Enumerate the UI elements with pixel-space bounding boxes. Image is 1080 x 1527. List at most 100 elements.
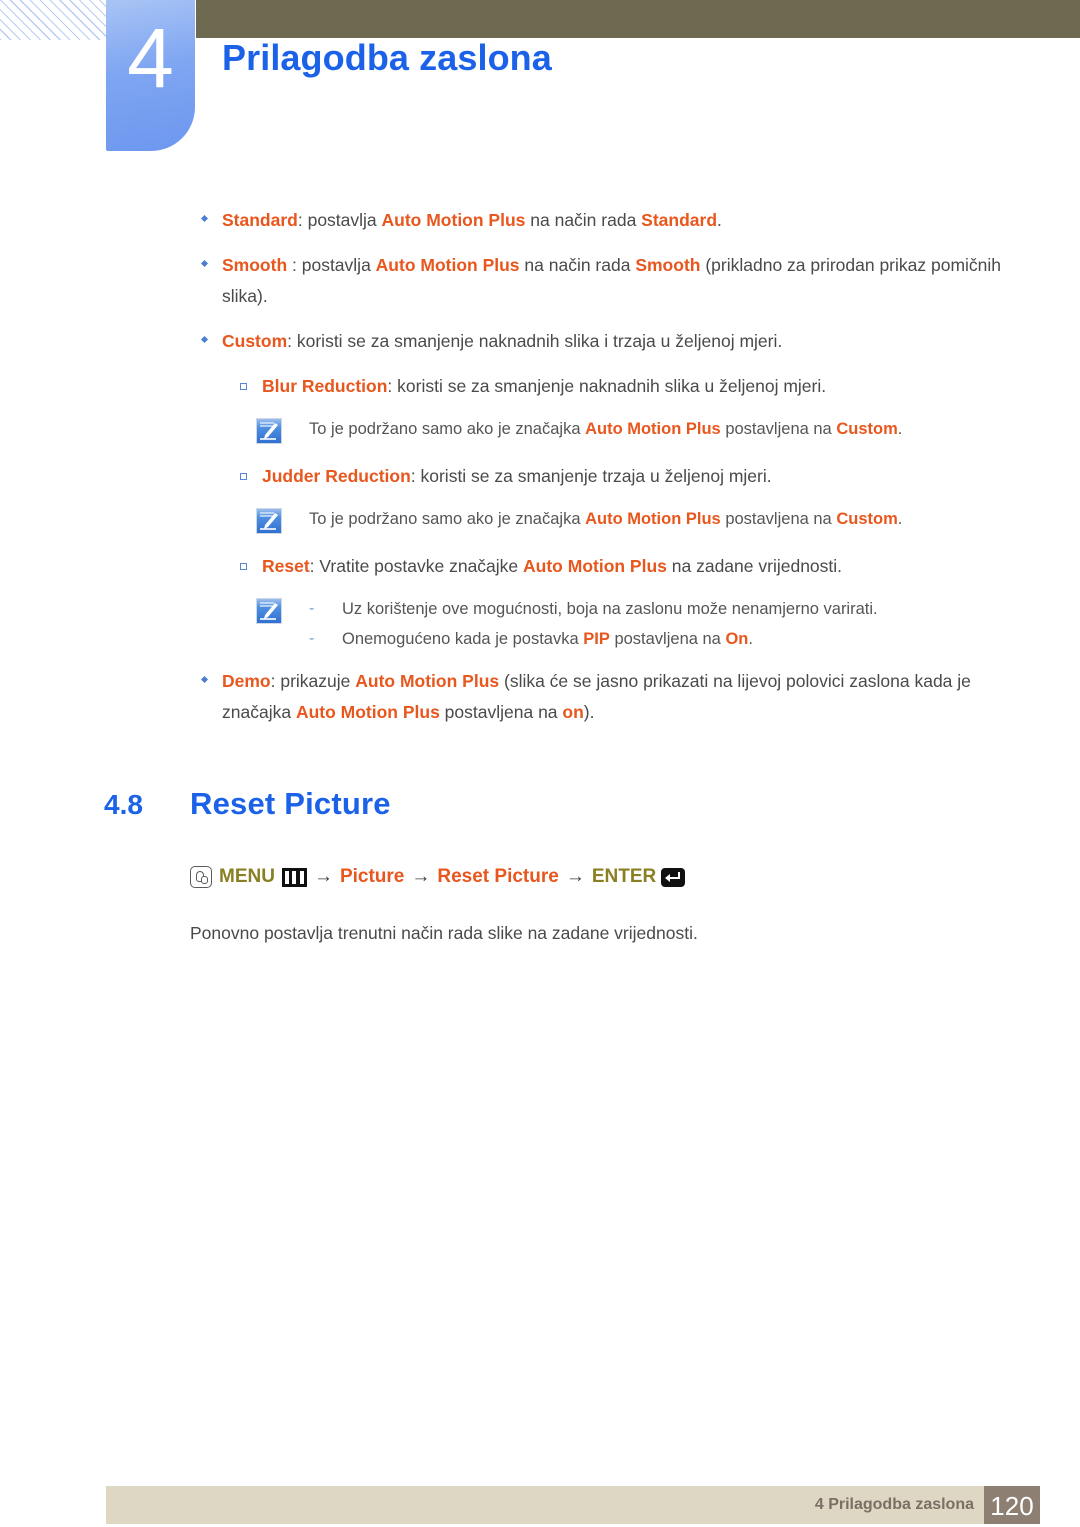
path-arrow-3: →: [565, 866, 585, 887]
bullet-item: Reset: Vratite postavke značajke Auto Mo…: [232, 551, 1008, 582]
note-body: To je podržano samo ako je značajka Auto…: [309, 504, 1008, 534]
path-arrow-2: →: [411, 866, 431, 887]
square-bullet-icon: [232, 551, 262, 570]
bullet-text: Standard: postavlja Auto Motion Plus na …: [222, 205, 1008, 236]
note-line: - Onemogućeno kada je postavka PIP postav…: [309, 624, 1008, 654]
page-footer: 4 Prilagodba zaslona 120: [106, 1486, 1040, 1524]
bullet-item: Blur Reduction: koristi se za smanjenje …: [232, 371, 1008, 402]
menu-item-reset-picture: Reset Picture: [437, 866, 559, 887]
dash-bullet: -: [309, 630, 315, 647]
keyword-text: Standard: [222, 210, 298, 230]
body-text: .: [748, 630, 753, 648]
enter-label: ENTER: [591, 866, 657, 887]
body-paragraph: Ponovno postavlja trenutni način rada sl…: [190, 923, 698, 943]
hand-press-icon: [190, 866, 212, 888]
bullet-item: Standard: postavlja Auto Motion Plus na …: [192, 205, 1008, 236]
keyword-text: Reset: [262, 556, 310, 576]
keyword-text: Custom: [836, 510, 898, 528]
body-text: : prikazuje: [270, 671, 356, 691]
note-pen-icon: [256, 418, 282, 448]
bullet-list: Standard: postavlja Auto Motion Plus na …: [0, 205, 1080, 728]
note-block: - Uz korištenje ove mogućnosti, boja na z…: [256, 594, 1008, 654]
square-bullet-icon: [232, 371, 262, 390]
keyword-text: Auto Motion Plus: [585, 420, 721, 438]
footer-chapter-label: 4 Prilagodba zaslona: [814, 1496, 974, 1513]
note-line-text: Onemogućeno kada je postavka PIP postavl…: [342, 624, 1008, 654]
menu-label: MENU: [219, 866, 275, 887]
keyword-text: Standard: [641, 210, 718, 230]
enter-key-icon: [661, 867, 686, 887]
body-text: : koristi se za smanjenje naknadnih slik…: [287, 331, 783, 351]
body-text: na zadane vrijednosti.: [666, 556, 843, 576]
note-block: To je podržano samo ako je značajka Auto…: [256, 414, 1008, 449]
keyword-text: PIP: [583, 630, 610, 648]
section-number: 4.8: [104, 789, 143, 820]
diamond-bullet-icon: [192, 250, 222, 268]
body-text: .: [897, 420, 903, 438]
note-icon-cell: [256, 594, 309, 629]
footer-page-number: 120: [984, 1486, 1040, 1524]
keyword-text: On: [725, 630, 749, 648]
bullet-text: Reset: Vratite postavke značajke Auto Mo…: [262, 551, 1008, 582]
path-arrow-1: →: [313, 866, 333, 887]
page-content: Standard: postavlja Auto Motion Plus na …: [0, 205, 1080, 949]
header-olive-bar: [196, 0, 1080, 38]
keyword-text: Judder Reduction: [262, 466, 411, 486]
page-header: 4 Prilagodba zaslona: [0, 0, 1080, 175]
note-pen-icon: [256, 598, 282, 628]
keyword-text: Auto Motion Plus: [523, 556, 667, 576]
bullet-text: Demo: prikazuje Auto Motion Plus (slika …: [222, 666, 1008, 728]
keyword-text: Smooth: [222, 255, 288, 275]
keyword-text: Blur Reduction: [262, 376, 388, 396]
body-text: postavljena na: [609, 630, 726, 648]
bullet-text: Smooth : postavlja Auto Motion Plus na n…: [222, 250, 1008, 312]
keyword-text: Custom: [836, 420, 898, 438]
note-body: - Uz korištenje ove mogućnosti, boja na z…: [309, 594, 1008, 654]
chapter-number: 4: [127, 11, 174, 105]
body-text: : postavlja: [287, 255, 376, 275]
keyword-text: Auto Motion Plus: [355, 671, 500, 691]
square-bullet-icon: [232, 461, 262, 480]
decorative-hatch-pattern: [0, 0, 106, 40]
body-text: .: [897, 510, 903, 528]
body-text: : koristi se za smanjenje trzaja u želje…: [410, 466, 772, 486]
body-text: ).: [583, 702, 595, 722]
keyword-text: Auto Motion Plus: [585, 510, 721, 528]
body-text: Onemogućeno kada je postavka: [342, 630, 584, 648]
keyword-text: on: [562, 702, 584, 722]
body-text: Uz korištenje ove mogućnosti, boja na za…: [342, 600, 878, 618]
note-icon-cell: [256, 414, 309, 449]
body-text: postavljena na: [720, 510, 837, 528]
body-text: na način rada: [519, 255, 636, 275]
keyword-text: Smooth: [635, 255, 701, 275]
menu-item-picture: Picture: [339, 866, 405, 887]
note-block: To je podržano samo ako je značajka Auto…: [256, 504, 1008, 539]
bullet-item: Demo: prikazuje Auto Motion Plus (slika …: [192, 666, 1008, 728]
bullet-text: Custom: koristi se za smanjenje naknadni…: [222, 326, 1008, 357]
chapter-title: Prilagodba zaslona: [222, 37, 552, 78]
note-pen-icon: [256, 508, 282, 538]
body-text: .: [717, 210, 722, 230]
bullet-item: Custom: koristi se za smanjenje naknadni…: [192, 326, 1008, 357]
keyword-text: Demo: [222, 671, 271, 691]
note-body: To je podržano samo ako je značajka Auto…: [309, 414, 1008, 444]
keyword-text: Custom: [222, 331, 288, 351]
keyword-text: Auto Motion Plus: [381, 210, 526, 230]
keyword-text: Auto Motion Plus: [295, 702, 440, 722]
body-text: To je podržano samo ako je značajka: [309, 510, 586, 528]
section-heading: 4.8 Reset Picture: [104, 786, 1080, 822]
body-text: : koristi se za smanjenje naknadnih slik…: [387, 376, 827, 396]
bullet-item: Smooth : postavlja Auto Motion Plus na n…: [192, 250, 1008, 312]
dash-bullet: -: [309, 600, 315, 617]
note-line-text: To je podržano samo ako je značajka Auto…: [309, 504, 1008, 534]
body-text: : Vratite postavke značajke: [309, 556, 524, 576]
body-text: : postavlja: [297, 210, 382, 230]
body-text: na način rada: [525, 210, 642, 230]
note-line-text: To je podržano samo ako je značajka Auto…: [309, 414, 1008, 444]
body-text: To je podržano samo ako je značajka: [309, 420, 586, 438]
body-text: postavljena na: [720, 420, 837, 438]
chapter-tab: 4: [106, 0, 195, 151]
bullet-text: Blur Reduction: koristi se za smanjenje …: [262, 371, 1008, 402]
bullet-item: Judder Reduction: koristi se za smanjenj…: [232, 461, 1008, 492]
note-line-text: Uz korištenje ove mogućnosti, boja na za…: [342, 594, 1008, 624]
